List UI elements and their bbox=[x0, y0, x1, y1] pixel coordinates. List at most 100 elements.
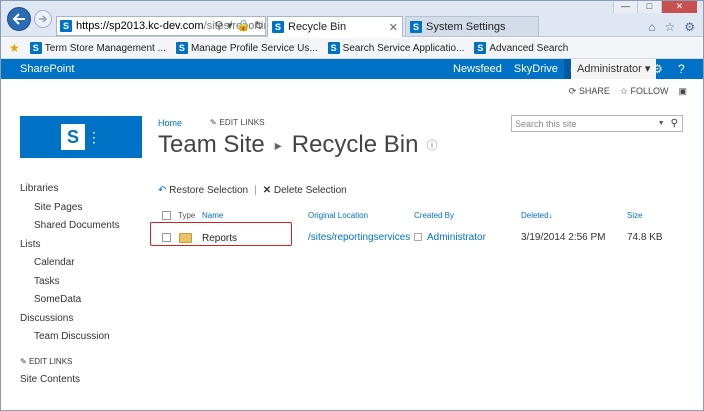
arrow-left-icon bbox=[12, 13, 25, 25]
ql-item-discussions[interactable]: Discussions bbox=[20, 310, 140, 329]
site-logo[interactable]: S ⋮ bbox=[20, 116, 142, 158]
dropdown-icon[interactable]: ▾ bbox=[227, 19, 233, 32]
share-action[interactable]: ⟳ SHARE bbox=[569, 86, 610, 97]
edit-links-top[interactable]: ✎ EDIT LINKS bbox=[210, 118, 265, 128]
column-name[interactable]: Name bbox=[202, 211, 223, 220]
sharepoint-logo-icon: S bbox=[61, 124, 85, 150]
follow-action[interactable]: ☆ FOLLOW bbox=[620, 86, 669, 97]
browser-titlebar: S https://sp2013.kc-dev.com/sites/report… bbox=[1, 1, 703, 37]
logo-share-glyph-icon: ⋮ bbox=[87, 128, 101, 145]
ql-item-team-discussion[interactable]: Team Discussion bbox=[20, 328, 140, 347]
lock-icon[interactable]: 🔒 bbox=[237, 19, 251, 32]
minimize-icon[interactable]: — bbox=[613, 1, 637, 13]
favorites-star-icon[interactable]: ★ bbox=[9, 41, 20, 55]
follow-label: FOLLOW bbox=[630, 86, 669, 96]
ql-item-site-pages[interactable]: Site Pages bbox=[20, 199, 140, 218]
pencil-icon: ✎ bbox=[20, 356, 27, 366]
ql-item-calendar[interactable]: Calendar bbox=[20, 254, 140, 273]
restore-arrow-icon: ↶ bbox=[158, 185, 167, 196]
search-input[interactable]: Search this site bbox=[515, 119, 577, 129]
tab-label: System Settings bbox=[426, 20, 506, 33]
ql-item-lists[interactable]: Lists bbox=[20, 236, 140, 255]
ql-item-somedata[interactable]: SomeData bbox=[20, 291, 140, 310]
search-icon[interactable]: ⚲ bbox=[671, 118, 678, 129]
settings-gear-icon[interactable]: ⚙ bbox=[684, 20, 695, 34]
favorite-link[interactable]: S Term Store Management ... bbox=[29, 42, 166, 54]
maximize-icon[interactable]: □ bbox=[637, 1, 661, 13]
table-header: Type Name Original Location Created By D… bbox=[158, 209, 688, 223]
highlight-annotation bbox=[150, 222, 292, 246]
select-all-checkbox[interactable] bbox=[162, 211, 171, 220]
sharepoint-favicon-icon: S bbox=[272, 21, 284, 33]
forward-button[interactable] bbox=[34, 10, 52, 28]
nav-home[interactable]: Home bbox=[158, 118, 182, 128]
browser-toolbar-icons: ⌂ ☆ ⚙ bbox=[648, 20, 695, 34]
favorite-link[interactable]: S Manage Profile Service Us... bbox=[175, 42, 318, 54]
favorite-label: Manage Profile Service Us... bbox=[190, 42, 318, 54]
close-window-icon[interactable]: ✕ bbox=[661, 1, 697, 13]
favorite-link[interactable]: S Advanced Search bbox=[474, 42, 568, 54]
column-size[interactable]: Size bbox=[627, 211, 643, 220]
ql-edit-links[interactable]: ✎ EDIT LINKS bbox=[20, 353, 140, 372]
window-controls: — □ ✕ bbox=[613, 1, 697, 13]
favorites-bar: ★ S Term Store Management ... S Manage Pro… bbox=[1, 38, 703, 59]
ql-item-tasks[interactable]: Tasks bbox=[20, 273, 140, 292]
pencil-icon: ✎ bbox=[210, 118, 217, 127]
toolbar-divider: | bbox=[254, 185, 257, 196]
favorite-label: Term Store Management ... bbox=[44, 42, 166, 54]
suite-link-skydrive[interactable]: SkyDrive bbox=[508, 59, 564, 79]
search-box[interactable]: Search this site ▼ ⚲ bbox=[511, 115, 683, 132]
favorite-link[interactable]: S Search Service Applicatio... bbox=[327, 42, 465, 54]
info-icon[interactable]: ⓘ bbox=[426, 137, 437, 153]
tab-label: Recycle Bin bbox=[288, 21, 347, 33]
tab-system-settings[interactable]: S System Settings bbox=[405, 16, 539, 37]
delete-selection-button[interactable]: ✕ Delete Selection bbox=[263, 185, 347, 196]
settings-gear-icon[interactable]: ⚙ bbox=[652, 62, 663, 76]
ql-item-shared-documents[interactable]: Shared Documents bbox=[20, 217, 140, 236]
chevron-down-icon[interactable]: ▼ bbox=[658, 120, 665, 127]
user-menu[interactable]: Administrator ▾ bbox=[571, 59, 657, 79]
page-actions: ⟳ SHARE ☆ FOLLOW ▣ bbox=[569, 86, 687, 97]
presence-icon bbox=[414, 233, 422, 241]
restore-label: Restore Selection bbox=[169, 185, 249, 196]
quick-launch: Libraries Site Pages Shared Documents Li… bbox=[20, 180, 140, 390]
address-host: https://sp2013.kc-dev.com bbox=[76, 20, 204, 32]
ql-site-contents[interactable]: Site Contents bbox=[20, 371, 140, 390]
item-size: 74.8 KB bbox=[627, 232, 663, 243]
brand-label[interactable]: SharePoint bbox=[20, 63, 74, 75]
column-original-location[interactable]: Original Location bbox=[308, 211, 368, 220]
suite-link-newsfeed[interactable]: Newsfeed bbox=[447, 59, 508, 79]
address-actions: ⚲ ▾ 🔒 ↻ bbox=[215, 19, 264, 32]
focus-content-icon[interactable]: ▣ bbox=[678, 86, 687, 97]
suite-bar: SharePoint Newsfeed SkyDrive Sites Admin… bbox=[1, 59, 703, 79]
site-title[interactable]: Team Site bbox=[158, 131, 265, 159]
column-deleted[interactable]: Deleted↓ bbox=[521, 211, 553, 220]
page-title: Team Site ▸ Recycle Bin ⓘ bbox=[158, 131, 437, 159]
sharepoint-favicon-icon: S bbox=[175, 42, 188, 54]
back-button[interactable] bbox=[7, 7, 31, 31]
ql-item-libraries[interactable]: Libraries bbox=[20, 180, 140, 199]
help-icon[interactable]: ? bbox=[678, 62, 685, 76]
original-location-link[interactable]: /sites/reportingservices bbox=[308, 232, 410, 243]
edit-links-label: EDIT LINKS bbox=[219, 118, 265, 127]
column-type[interactable]: Type bbox=[178, 211, 195, 220]
delete-label: Delete Selection bbox=[273, 185, 347, 196]
sharepoint-favicon-icon: S bbox=[60, 20, 72, 32]
tab-recycle-bin[interactable]: S Recycle Bin ✕ bbox=[267, 16, 403, 37]
favorites-star-icon[interactable]: ☆ bbox=[664, 20, 675, 34]
refresh-icon[interactable]: ↻ bbox=[254, 19, 263, 32]
breadcrumb-arrow-icon: ▸ bbox=[274, 136, 282, 153]
deleted-date: 3/19/2014 2:56 PM bbox=[521, 232, 606, 243]
search-icon[interactable]: ⚲ bbox=[215, 19, 223, 32]
sharepoint-favicon-icon: S bbox=[29, 42, 42, 54]
share-icon: ⟳ bbox=[568, 86, 577, 96]
close-tab-icon[interactable]: ✕ bbox=[389, 21, 398, 34]
browser-window: S https://sp2013.kc-dev.com/sites/report… bbox=[0, 0, 704, 411]
created-by-link[interactable]: Administrator bbox=[427, 232, 486, 243]
restore-selection-button[interactable]: ↶ Restore Selection bbox=[158, 185, 248, 196]
column-created-by[interactable]: Created By bbox=[414, 211, 454, 220]
home-icon[interactable]: ⌂ bbox=[648, 20, 655, 34]
favorite-label: Search Service Applicatio... bbox=[342, 42, 465, 54]
arrow-right-icon bbox=[39, 15, 48, 23]
recycle-toolbar: ↶ Restore Selection | ✕ Delete Selection bbox=[158, 185, 347, 196]
